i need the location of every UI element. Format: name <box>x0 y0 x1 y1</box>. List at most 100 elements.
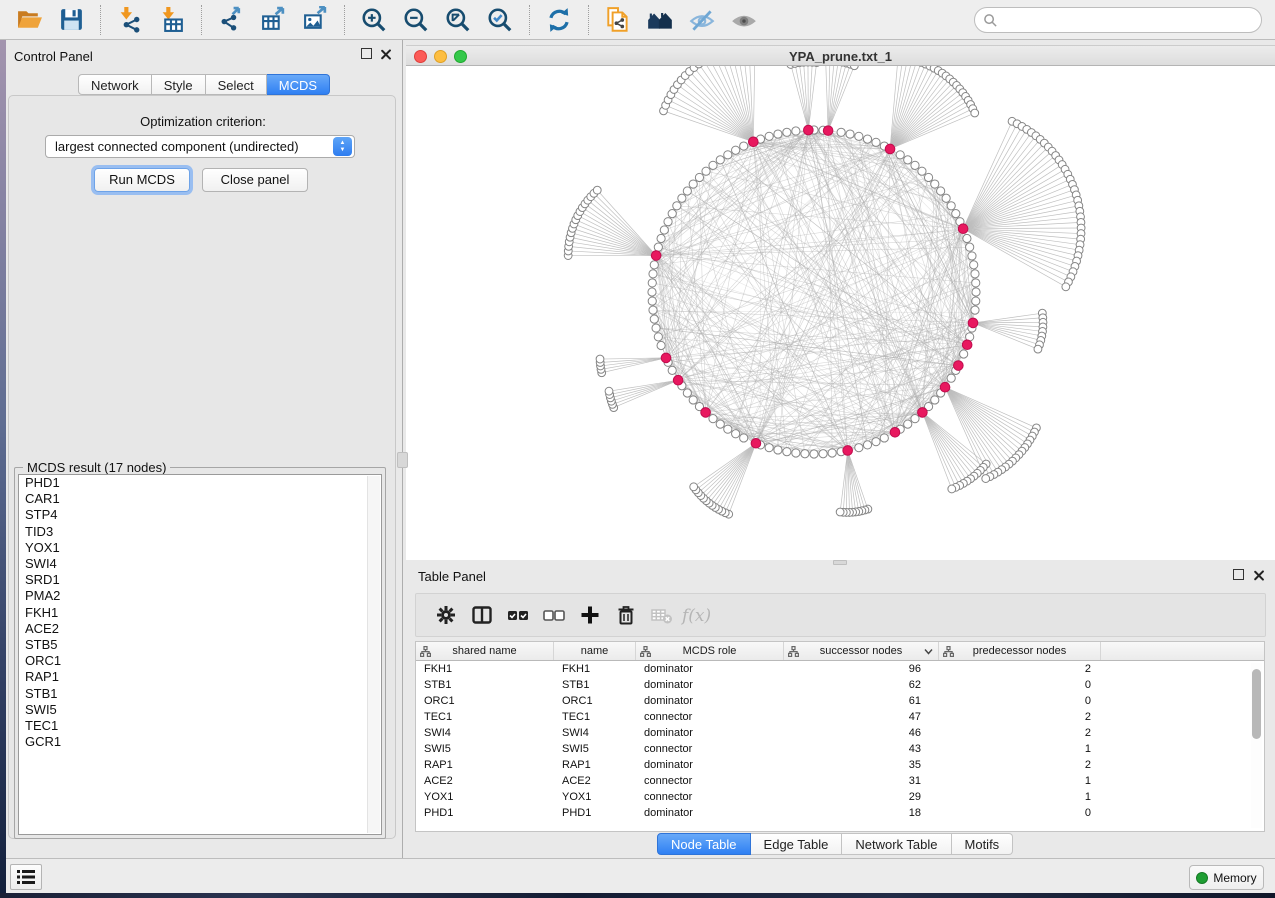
table-row[interactable]: PHD1PHD1dominator180 <box>416 805 1264 821</box>
table-cell: FKH1 <box>554 661 636 677</box>
tab-node-table[interactable]: Node Table <box>657 833 751 855</box>
column-header-filler <box>1101 642 1264 660</box>
zoom-fit-icon[interactable] <box>443 5 473 35</box>
export-image-icon[interactable] <box>300 5 330 35</box>
svg-text:f(x): f(x) <box>680 606 711 626</box>
memory-button[interactable]: Memory <box>1189 865 1264 890</box>
table-row[interactable]: ORC1ORC1dominator610 <box>416 693 1264 709</box>
network-view-canvas[interactable] <box>406 66 1275 560</box>
horizontal-splitter-grip[interactable] <box>833 560 847 565</box>
tab-network-table[interactable]: Network Table <box>842 833 951 855</box>
first-neighbors-icon[interactable] <box>645 5 675 35</box>
control-panel-title: Control Panel <box>14 49 93 64</box>
deselect-all-checkboxes-icon[interactable] <box>536 601 572 629</box>
mcds-result-item[interactable]: CAR1 <box>19 491 381 507</box>
float-table-panel-icon[interactable] <box>1233 569 1244 580</box>
tab-network[interactable]: Network <box>78 74 152 95</box>
table-row[interactable]: ACE2ACE2connector311 <box>416 773 1264 789</box>
table-scrollbar-thumb[interactable] <box>1252 669 1261 739</box>
import-table-icon[interactable] <box>157 5 187 35</box>
mcds-result-item[interactable]: ACE2 <box>19 621 381 637</box>
table-cell: PHD1 <box>554 805 636 821</box>
table-row[interactable]: RAP1RAP1dominator352 <box>416 757 1264 773</box>
tab-motifs[interactable]: Motifs <box>952 833 1014 855</box>
table-scrollbar[interactable] <box>1251 663 1262 828</box>
delete-rows-icon[interactable] <box>608 601 644 629</box>
table-row[interactable]: SWI5SWI5connector431 <box>416 741 1264 757</box>
column-header-successor-nodes[interactable]: successor nodes <box>784 642 939 660</box>
column-header-predecessor-nodes[interactable]: predecessor nodes <box>939 642 1101 660</box>
tab-mcds[interactable]: MCDS <box>267 74 330 95</box>
close-panel-icon[interactable] <box>380 48 392 60</box>
workspace: YPA_prune.txt_1 Table Panel <box>406 40 1275 858</box>
mcds-result-item[interactable]: FKH1 <box>19 605 381 621</box>
column-header-mcds-role[interactable]: MCDS role <box>636 642 784 660</box>
close-panel-button[interactable]: Close panel <box>202 168 308 192</box>
save-session-icon[interactable] <box>56 5 86 35</box>
cytoscape-window: Control Panel Network Style Select MCDS … <box>0 0 1275 898</box>
hide-selected-icon[interactable] <box>687 5 717 35</box>
table-row[interactable]: STB1STB1dominator620 <box>416 677 1264 693</box>
mcds-result-item[interactable]: SWI5 <box>19 702 381 718</box>
network-window-titlebar[interactable]: YPA_prune.txt_1 <box>406 45 1275 66</box>
mcds-result-item[interactable]: GCR1 <box>19 734 381 750</box>
select-all-checkboxes-icon[interactable] <box>500 601 536 629</box>
table-cell: connector <box>636 773 784 789</box>
show-columns-icon[interactable] <box>464 601 500 629</box>
result-list-scrollbar[interactable] <box>367 476 380 833</box>
refresh-layout-icon[interactable] <box>544 5 574 35</box>
zoom-in-icon[interactable] <box>359 5 389 35</box>
search-box[interactable] <box>974 7 1262 33</box>
show-all-icon[interactable] <box>729 5 759 35</box>
zoom-out-icon[interactable] <box>401 5 431 35</box>
mcds-result-item[interactable]: STB1 <box>19 686 381 702</box>
import-network-icon[interactable] <box>115 5 145 35</box>
column-header-name[interactable]: name <box>554 642 636 660</box>
float-panel-icon[interactable] <box>361 48 372 59</box>
mcds-result-item[interactable]: STB5 <box>19 637 381 653</box>
criterion-dropdown[interactable]: largest connected component (undirected)… <box>45 135 355 158</box>
task-history-button[interactable] <box>10 864 42 890</box>
mcds-result-item[interactable]: PHD1 <box>19 475 381 491</box>
table-cell: dominator <box>636 757 784 773</box>
mcds-result-item[interactable]: ORC1 <box>19 653 381 669</box>
table-cell: dominator <box>636 661 784 677</box>
export-table-icon[interactable] <box>258 5 288 35</box>
table-cell: TEC1 <box>416 709 554 725</box>
mcds-result-list[interactable]: PHD1CAR1STP4TID3YOX1SWI4SRD1PMA2FKH1ACE2… <box>18 474 382 835</box>
table-cell: 1 <box>939 789 1101 805</box>
mcds-result-item[interactable]: SWI4 <box>19 556 381 572</box>
table-row[interactable]: YOX1YOX1connector291 <box>416 789 1264 805</box>
run-mcds-button[interactable]: Run MCDS <box>94 168 190 192</box>
tab-select[interactable]: Select <box>206 74 267 95</box>
mcds-result-item[interactable]: TID3 <box>19 524 381 540</box>
tab-style[interactable]: Style <box>152 74 206 95</box>
table-row[interactable]: TEC1TEC1connector472 <box>416 709 1264 725</box>
splitter-grip[interactable] <box>397 452 408 468</box>
table-options-gear-icon[interactable] <box>428 601 464 629</box>
network-graph[interactable] <box>406 66 1275 560</box>
toolbar-separator <box>201 5 202 35</box>
mcds-result-item[interactable]: RAP1 <box>19 669 381 685</box>
table-cell: 46 <box>784 725 939 741</box>
column-header-shared-name[interactable]: shared name <box>416 642 554 660</box>
mcds-result-item[interactable]: TEC1 <box>19 718 381 734</box>
zoom-selected-icon[interactable] <box>485 5 515 35</box>
table-row[interactable]: FKH1FKH1dominator962 <box>416 661 1264 677</box>
table-cell: dominator <box>636 725 784 741</box>
tab-edge-table[interactable]: Edge Table <box>751 833 843 855</box>
table-row[interactable]: SWI4SWI4dominator462 <box>416 725 1264 741</box>
mcds-result-item[interactable]: STP4 <box>19 507 381 523</box>
mcds-result-item[interactable]: PMA2 <box>19 588 381 604</box>
mcds-result-item[interactable]: YOX1 <box>19 540 381 556</box>
add-row-icon[interactable] <box>572 601 608 629</box>
table-cell: 0 <box>939 693 1101 709</box>
export-network-icon[interactable] <box>216 5 246 35</box>
open-file-icon[interactable] <box>14 5 44 35</box>
close-table-panel-icon[interactable] <box>1253 569 1265 581</box>
search-input[interactable] <box>998 10 1261 30</box>
table-cell: FKH1 <box>416 661 554 677</box>
table-panel-title: Table Panel <box>418 569 486 584</box>
mcds-result-item[interactable]: SRD1 <box>19 572 381 588</box>
share-network-file-icon[interactable] <box>603 5 633 35</box>
